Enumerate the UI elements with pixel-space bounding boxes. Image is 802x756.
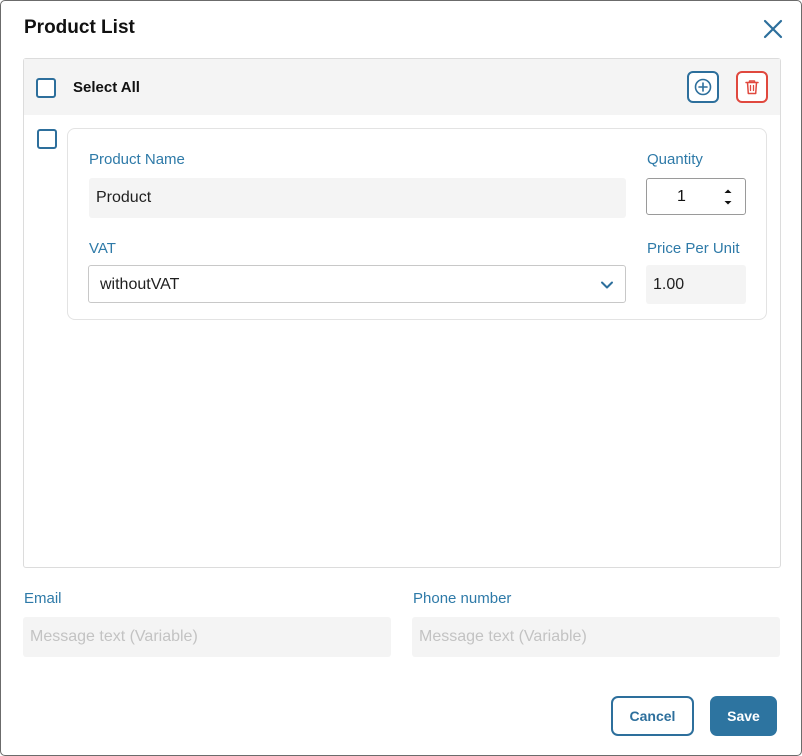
product-name-label: Product Name	[89, 151, 185, 168]
dialog-title: Product List	[24, 17, 135, 38]
save-button[interactable]: Save	[710, 696, 777, 736]
close-icon	[763, 19, 783, 39]
vat-selected-value: withoutVAT	[100, 276, 180, 293]
product-list-dialog: Product List Select All Product Name Pro…	[0, 0, 802, 756]
cancel-button[interactable]: Cancel	[611, 696, 694, 736]
chevron-down-icon	[601, 281, 613, 289]
trash-icon	[745, 80, 759, 95]
vat-select[interactable]: withoutVAT	[88, 265, 626, 303]
add-product-button[interactable]	[687, 71, 719, 103]
price-per-unit-label: Price Per Unit	[647, 240, 740, 257]
quantity-stepper[interactable]: 1	[646, 178, 746, 215]
phone-number-input[interactable]: Message text (Variable)	[412, 617, 780, 657]
plus-circle-icon	[694, 78, 712, 96]
select-all-checkbox[interactable]	[36, 78, 56, 98]
close-button[interactable]	[761, 17, 785, 41]
stepper-arrows-icon[interactable]	[721, 184, 735, 210]
select-all-label: Select All	[73, 79, 140, 96]
quantity-value: 1	[677, 188, 686, 205]
product-list-panel: Select All Product Name Product Quantity…	[23, 58, 781, 568]
vat-label: VAT	[89, 240, 116, 257]
delete-selected-button[interactable]	[736, 71, 768, 103]
product-card: Product Name Product Quantity 1 VAT with…	[67, 128, 767, 320]
email-input[interactable]: Message text (Variable)	[23, 617, 391, 657]
list-header: Select All	[24, 59, 780, 115]
quantity-label: Quantity	[647, 151, 703, 168]
product-name-input[interactable]: Product	[89, 178, 626, 218]
phone-number-label: Phone number	[413, 590, 512, 607]
email-label: Email	[24, 590, 62, 607]
product-row-checkbox[interactable]	[37, 129, 57, 149]
price-per-unit-input[interactable]: 1.00	[646, 265, 746, 304]
